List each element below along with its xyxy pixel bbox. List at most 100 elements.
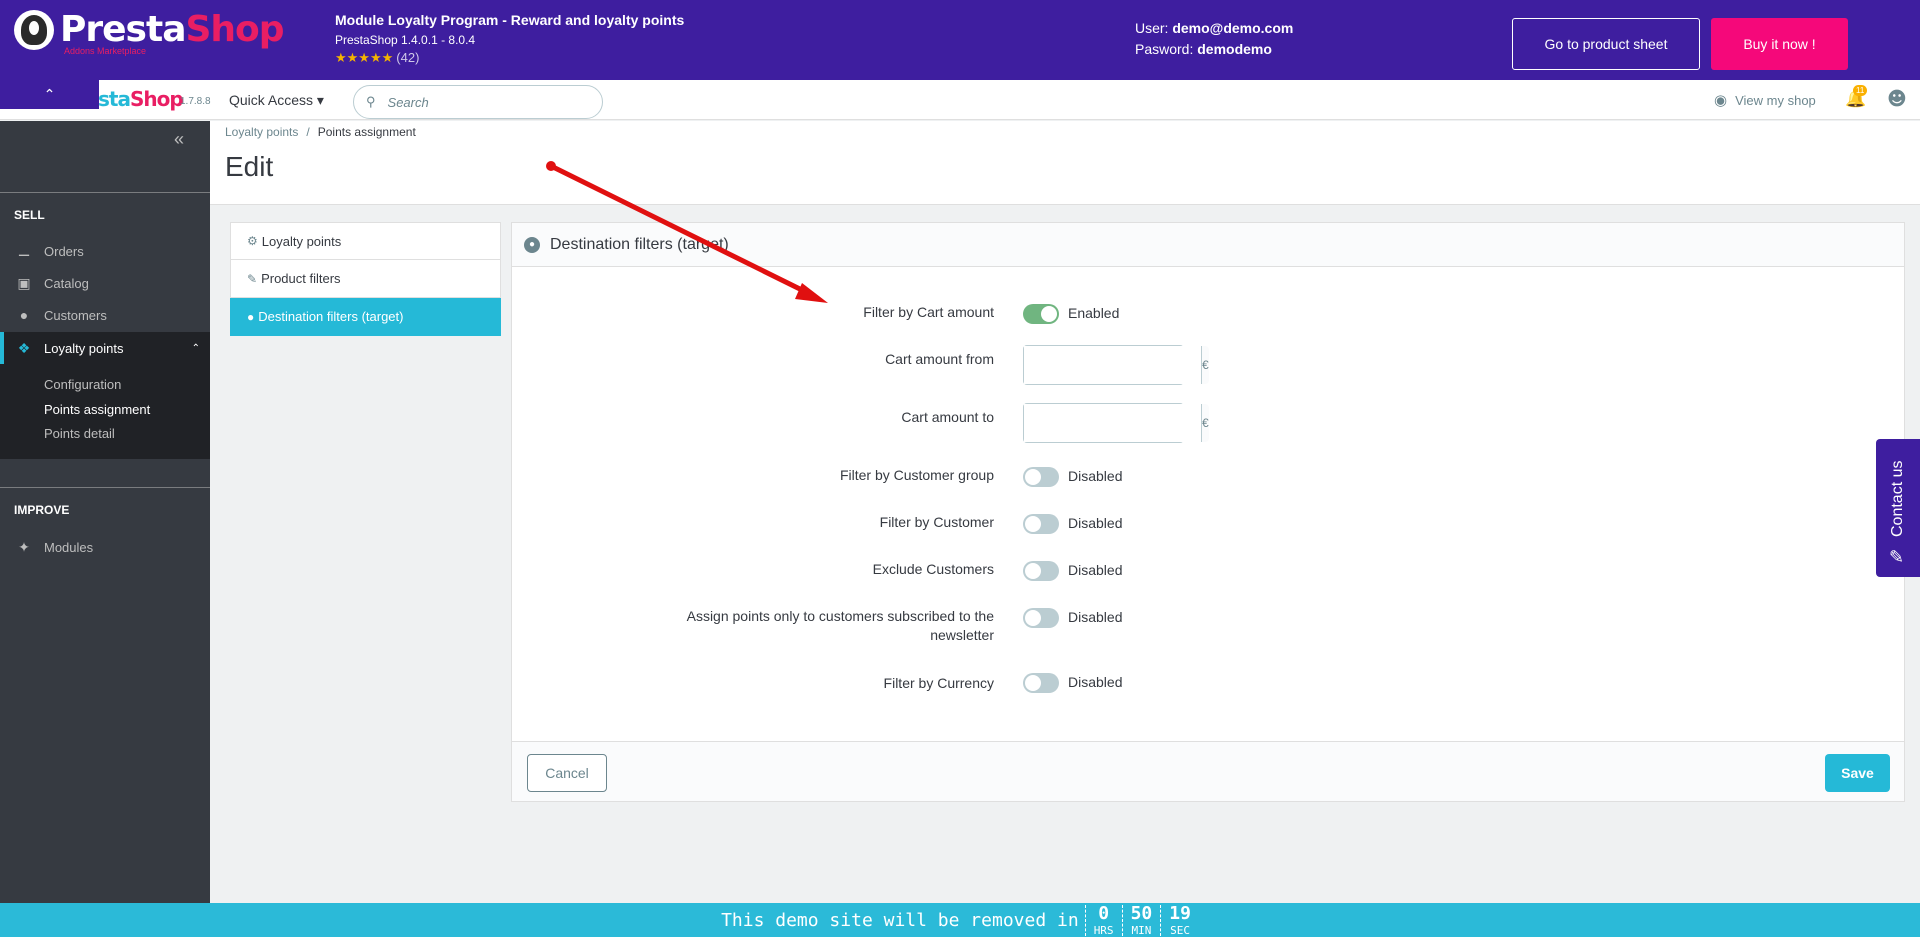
- user-value: demo@demo.com: [1172, 20, 1294, 36]
- tab-label: Loyalty points: [261, 233, 342, 249]
- countdown-hours-value: 0: [1098, 902, 1110, 924]
- sidebar-divider: [0, 192, 210, 193]
- submenu-configuration[interactable]: Configuration: [44, 377, 121, 392]
- customer-group-state: Disabled: [1068, 468, 1123, 484]
- sidebar-item-label: Customers: [44, 307, 107, 323]
- cart-amount-to-field: €: [1023, 403, 1209, 443]
- sidebar-item-label: Orders: [44, 243, 84, 259]
- breadcrumb-item[interactable]: Loyalty points: [225, 125, 298, 139]
- tab-loyalty-points[interactable]: ⚙ Loyalty points: [230, 222, 501, 260]
- module-version: PrestaShop 1.4.0.1 - 8.0.4: [335, 33, 476, 47]
- customer-group-switch[interactable]: [1023, 467, 1059, 487]
- demo-message: This demo site will be removed in: [721, 909, 1079, 931]
- rating-count: (42): [396, 50, 420, 65]
- exclude-customers-switch[interactable]: [1023, 561, 1059, 581]
- cart-amount-from-input[interactable]: [1024, 346, 1201, 384]
- tab-product-filters[interactable]: ✎ Product filters: [230, 260, 501, 298]
- collapse-banner-button[interactable]: ⌃: [0, 80, 99, 109]
- prestashop-version: 1.7.8.8: [180, 96, 211, 107]
- sidebar: « SELL ⚊ Orders ▣ Catalog ● Customers ❖ …: [0, 121, 210, 903]
- countdown-hours: 0 HRS: [1084, 902, 1122, 937]
- cart-amount-to-label: Cart amount to: [901, 409, 994, 425]
- contact-us-label: Contact us: [1889, 460, 1906, 537]
- cart-amount-filter-state: Enabled: [1068, 305, 1120, 321]
- tab-destination-filters[interactable]: ● Destination filters (target): [230, 298, 501, 336]
- exclude-customers-state: Disabled: [1068, 562, 1123, 578]
- customer-filter-switch[interactable]: [1023, 514, 1059, 534]
- search-input[interactable]: ⚲ Search: [353, 85, 603, 119]
- demo-countdown-bar: This demo site will be removed in 0 HRS …: [0, 903, 1920, 937]
- view-my-shop-link[interactable]: ◉ View my shop: [1714, 91, 1816, 109]
- prestashop-logo[interactable]: staShop: [98, 87, 184, 111]
- puzzle-icon: ✦: [18, 538, 30, 555]
- countdown-seconds: 19 SEC: [1160, 902, 1199, 937]
- sidebar-item-modules[interactable]: ✦ Modules: [0, 531, 210, 563]
- tab-label: Destination filters (target): [258, 309, 404, 324]
- user-account-icon[interactable]: ☻: [1887, 88, 1907, 110]
- countdown-minutes-value: 50: [1130, 902, 1153, 924]
- cancel-button[interactable]: Cancel: [527, 754, 607, 792]
- collapse-sidebar-icon[interactable]: «: [174, 129, 184, 150]
- basket-icon: ⚊: [17, 242, 31, 259]
- logo-subtitle: Addons Marketplace: [64, 46, 147, 56]
- globe-icon: ●: [247, 309, 255, 324]
- notification-badge: 11: [1853, 85, 1868, 96]
- currency-filter-switch[interactable]: [1023, 673, 1059, 693]
- go-to-product-sheet-button[interactable]: Go to product sheet: [1512, 18, 1700, 70]
- chevron-up-icon: ⌃: [191, 342, 200, 354]
- customer-group-label: Filter by Customer group: [839, 467, 994, 483]
- sidebar-item-customers[interactable]: ● Customers: [0, 299, 210, 331]
- save-button[interactable]: Save: [1825, 754, 1890, 792]
- cart-amount-to-input[interactable]: [1024, 404, 1201, 442]
- tag-icon: ❖: [17, 339, 31, 356]
- demo-credentials: User: demo@demo.com Pasword: demodemo: [1135, 18, 1293, 60]
- cogs-icon: ⚙: [247, 234, 258, 248]
- rating-stars-icon: ★★★★★: [335, 50, 394, 65]
- logo-text-shop: Shop: [185, 9, 284, 50]
- breadcrumb-current: Points assignment: [317, 125, 416, 139]
- notifications-button[interactable]: 🔔 11: [1845, 85, 1868, 109]
- countdown-minutes: 50 MIN: [1121, 902, 1161, 936]
- cart-amount-filter-switch[interactable]: [1023, 304, 1059, 324]
- ps-logo-text-2: Shop: [129, 87, 184, 111]
- submenu-points-detail[interactable]: Points detail: [44, 426, 115, 441]
- panel-footer: Cancel Save: [512, 741, 1904, 801]
- sidebar-item-label: Modules: [44, 539, 94, 555]
- view-shop-label: View my shop: [1735, 92, 1816, 108]
- store-icon: ▣: [17, 274, 31, 291]
- newsletter-label-line2: newsletter: [930, 627, 994, 643]
- module-title: Module Loyalty Program - Reward and loya…: [335, 12, 685, 28]
- countdown-hours-unit: HRS: [1093, 923, 1114, 937]
- newsletter-label-line1: Assign points only to customers subscrib…: [686, 608, 994, 624]
- ps-logo-text-1: sta: [98, 87, 131, 111]
- module-info: Module Loyalty Program - Reward and loya…: [335, 11, 684, 67]
- sidebar-item-catalog[interactable]: ▣ Catalog: [0, 267, 210, 299]
- newsletter-label: Assign points only to customers subscrib…: [687, 607, 994, 645]
- submenu-points-assignment[interactable]: Points assignment: [44, 402, 150, 417]
- pencil-icon: ✎: [1889, 547, 1905, 568]
- countdown-seconds-value: 19: [1169, 902, 1191, 924]
- prestashop-addons-logo[interactable]: PrestaShop Addons Marketplace: [14, 9, 285, 56]
- currency-addon: €: [1201, 404, 1209, 442]
- quick-access-dropdown[interactable]: Quick Access ▾: [229, 92, 324, 109]
- exclude-customers-label: Exclude Customers: [872, 561, 994, 577]
- module-rating: ★★★★★ (42): [335, 49, 684, 67]
- currency-filter-state: Disabled: [1068, 674, 1123, 690]
- destination-filters-panel: ● Destination filters (target) Filter by…: [511, 222, 1905, 802]
- cart-amount-from-label: Cart amount from: [885, 351, 994, 367]
- currency-filter-label: Filter by Currency: [883, 675, 994, 691]
- user-label: User:: [1135, 20, 1169, 36]
- password-value: demodemo: [1197, 41, 1272, 57]
- buy-it-now-button[interactable]: Buy it now !: [1711, 18, 1848, 70]
- countdown-seconds-unit: SEC: [1170, 923, 1191, 937]
- newsletter-switch[interactable]: [1023, 608, 1059, 628]
- tab-label: Product filters: [261, 271, 341, 286]
- sidebar-item-loyalty-points[interactable]: ❖ Loyalty points ⌃: [0, 332, 210, 364]
- sidebar-item-label: Loyalty points: [44, 340, 124, 356]
- form-tabs: ⚙ Loyalty points ✎ Product filters ● Des…: [230, 222, 501, 336]
- edit-icon: ✎: [247, 271, 258, 286]
- sidebar-divider: [0, 487, 210, 488]
- sidebar-item-orders[interactable]: ⚊ Orders: [0, 235, 210, 267]
- eye-icon: ◉: [1714, 92, 1728, 109]
- contact-us-tab[interactable]: Contact us ✎: [1876, 439, 1920, 577]
